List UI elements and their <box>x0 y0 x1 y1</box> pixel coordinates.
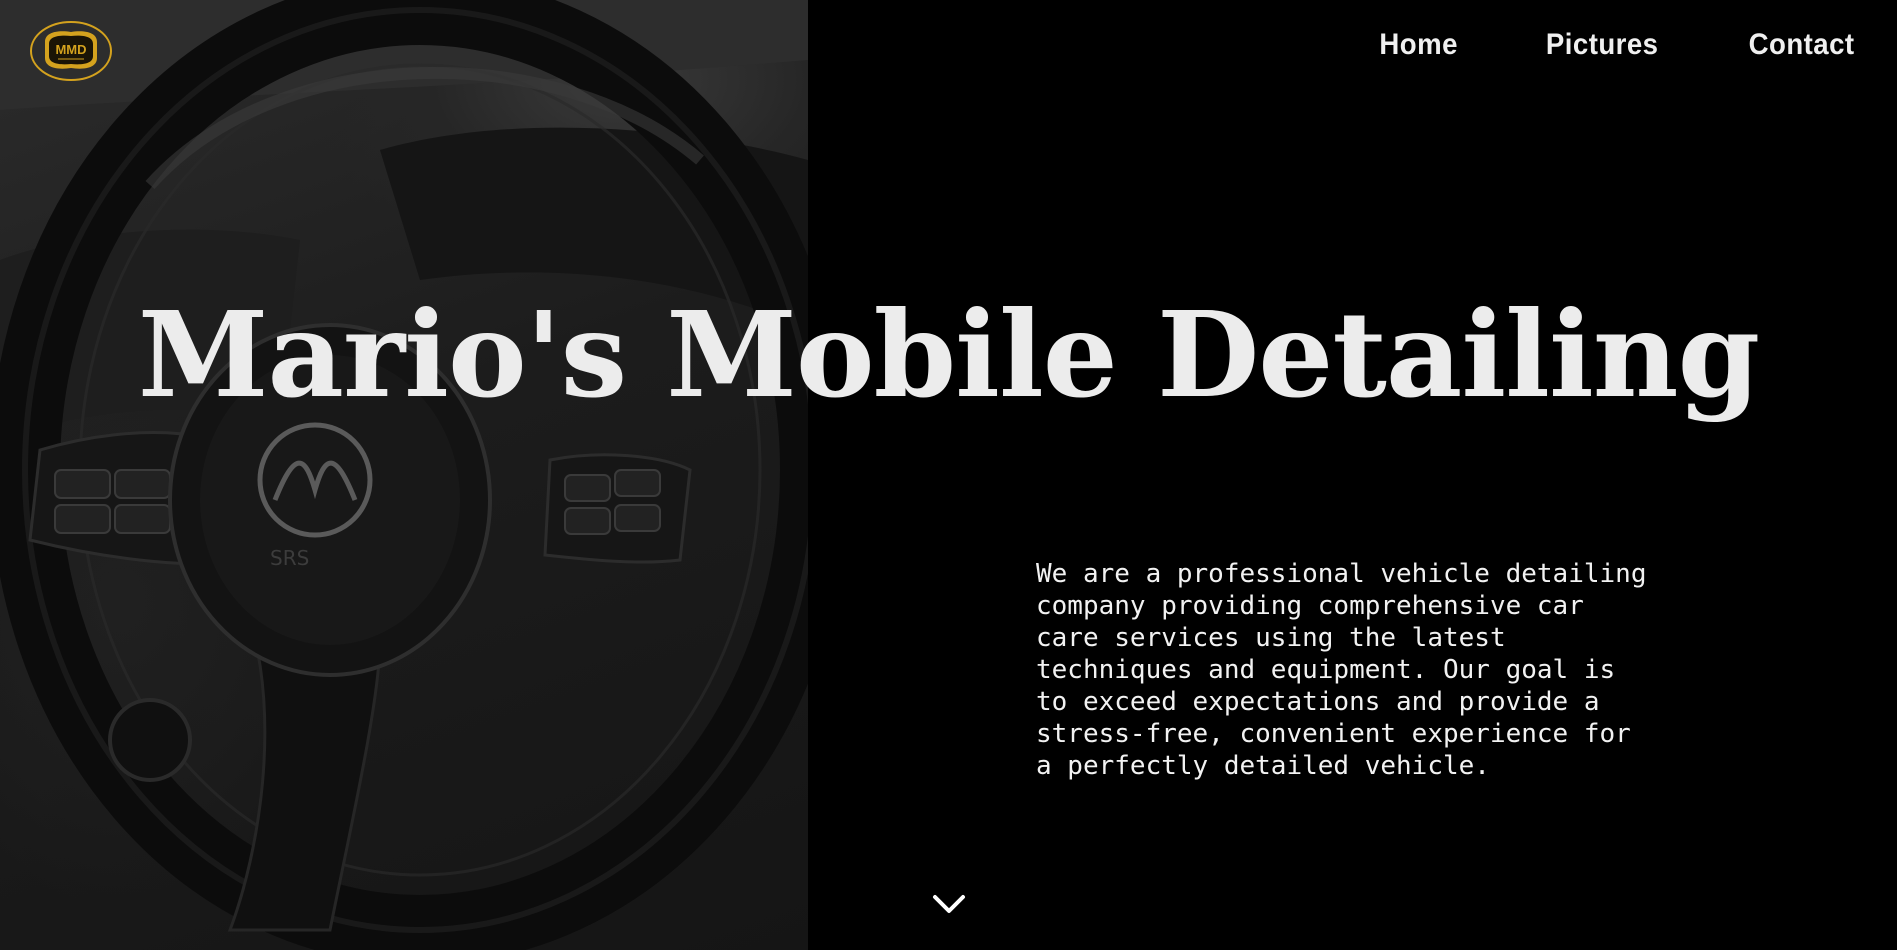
right-panel <box>808 0 1897 950</box>
logo-initials: MMD <box>55 42 86 57</box>
svg-text:SRS: SRS <box>270 546 309 570</box>
nav-contact-link[interactable]: Contact <box>1748 28 1854 62</box>
nav-pictures-link[interactable]: Pictures <box>1546 28 1659 62</box>
hero-title: Mario's Mobile Detailing <box>137 285 1760 424</box>
hero-description: We are a professional vehicle detailing … <box>1036 559 1647 781</box>
page: SRS MMD Home Pictures Contact Mario's Mo… <box>0 0 1897 950</box>
mmd-logo[interactable]: MMD <box>28 20 114 82</box>
logo-badge-icon: MMD <box>30 21 112 81</box>
nav-home-link[interactable]: Home <box>1379 28 1458 62</box>
steering-wheel-photo: SRS <box>0 0 808 950</box>
chevron-down-icon[interactable] <box>932 892 966 916</box>
hero-title-wrapper: Mario's Mobile Detailing <box>0 285 1897 424</box>
steering-wheel-illustration: SRS <box>0 0 808 950</box>
main-nav: Home Pictures Contact <box>1376 28 1859 62</box>
